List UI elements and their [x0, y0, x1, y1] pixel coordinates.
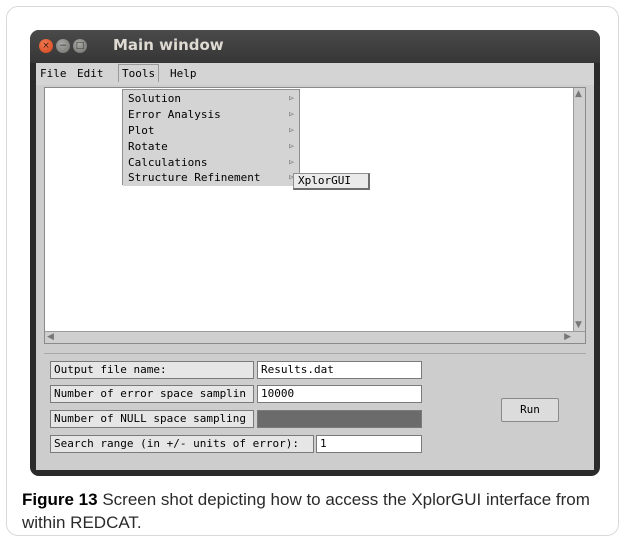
figure-label: Figure 13: [22, 490, 98, 509]
menu-item-label: Structure Refinement: [128, 171, 261, 184]
menu-item-label: Rotate: [128, 140, 168, 153]
maximize-window-button[interactable]: □: [73, 39, 87, 53]
run-button[interactable]: Run: [501, 398, 559, 422]
output-file-label: Output file name:: [50, 361, 254, 379]
title-bar[interactable]: × − □ Main window: [30, 30, 600, 63]
submenu-arrow-icon: ⊳: [288, 94, 294, 104]
menu-edit[interactable]: Edit: [77, 67, 104, 80]
menu-item-solution[interactable]: Solution ⊳: [123, 91, 299, 107]
window-title: Main window: [113, 36, 224, 54]
menu-tools[interactable]: Tools: [118, 64, 160, 82]
submenu-arrow-icon: ⊳: [288, 158, 294, 168]
scroll-up-icon[interactable]: ▲: [575, 89, 582, 99]
close-window-button[interactable]: ×: [39, 39, 53, 53]
scroll-down-icon[interactable]: ▼: [575, 320, 582, 330]
submenu-item-xplorgui[interactable]: XplorGUI: [293, 173, 370, 190]
caption-text: Screen shot depicting how to access the …: [22, 490, 590, 532]
scroll-right-icon[interactable]: ▶: [564, 332, 571, 342]
null-sampling-label: Number of NULL space sampling: [50, 410, 254, 428]
menu-item-label: Calculations: [128, 156, 208, 169]
menu-help[interactable]: Help: [170, 67, 197, 80]
error-sampling-field[interactable]: 10000: [257, 385, 422, 403]
horizontal-scrollbar[interactable]: ◀ ▶: [45, 331, 585, 343]
menu-item-label: Solution: [128, 92, 181, 105]
menu-item-calculations[interactable]: Calculations ⊳: [123, 155, 299, 171]
menu-file[interactable]: File: [40, 67, 67, 80]
null-sampling-field: [257, 410, 422, 428]
main-window: × − □ Main window File Edit Tools Help ▲…: [30, 30, 600, 476]
client-area: ▲ ▼ ◀ ▶ Output file name: Results.dat Nu…: [36, 85, 594, 470]
minimize-window-button[interactable]: −: [56, 39, 70, 53]
menu-bar: File Edit Tools Help: [36, 63, 594, 85]
submenu-arrow-icon: ⊳: [288, 110, 294, 120]
menu-item-error-analysis[interactable]: Error Analysis ⊳: [123, 107, 299, 123]
close-icon: ×: [42, 41, 50, 51]
menu-item-label: Plot: [128, 124, 155, 137]
menu-item-label: Error Analysis: [128, 108, 221, 121]
menu-item-plot[interactable]: Plot ⊳: [123, 123, 299, 139]
output-file-field[interactable]: Results.dat: [257, 361, 422, 379]
minimize-icon: −: [59, 41, 67, 51]
figure-caption: Figure 13 Screen shot depicting how to a…: [22, 488, 612, 534]
vertical-scrollbar[interactable]: ▲ ▼: [573, 88, 585, 343]
menu-item-rotate[interactable]: Rotate ⊳: [123, 139, 299, 155]
scroll-left-icon[interactable]: ◀: [47, 332, 54, 342]
tools-dropdown-menu: Solution ⊳ Error Analysis ⊳ Plot ⊳ Rotate ⊳ …: [122, 89, 300, 186]
error-sampling-label: Number of error space samplin: [50, 385, 254, 403]
parameters-form: Output file name: Results.dat Number of …: [44, 353, 586, 471]
search-range-field[interactable]: 1: [316, 435, 422, 453]
submenu-arrow-icon: ⊳: [288, 142, 294, 152]
search-range-label: Search range (in +/- units of error):: [50, 435, 314, 453]
menu-item-structure-refinement[interactable]: Structure Refinement ⊳: [123, 170, 299, 186]
submenu-arrow-icon: ⊳: [288, 126, 294, 136]
maximize-icon: □: [75, 41, 85, 51]
